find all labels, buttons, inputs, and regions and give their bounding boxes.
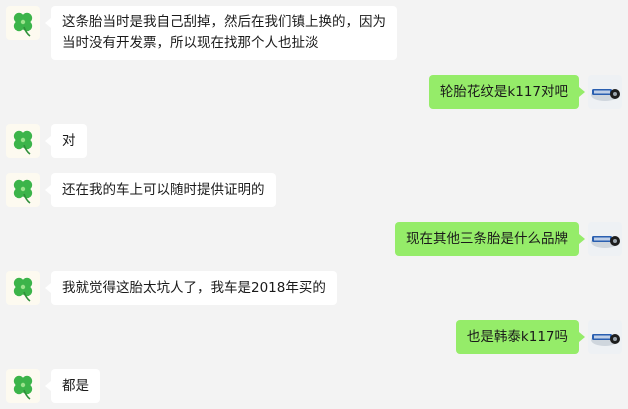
contact-avatar[interactable]: [6, 124, 40, 158]
message-text-line: 这条胎当时是我自己刮掉，然后在我们镇上换的，因为: [62, 14, 386, 30]
message-text-line: 还在我的车上可以随时提供证明的: [62, 182, 265, 198]
message-text-line: 轮胎花纹是k117对吧: [439, 84, 568, 100]
message-text-line: 对: [62, 133, 76, 149]
message-text-line: 现在其他三条胎是什么品牌: [406, 231, 568, 247]
clover-icon: [6, 271, 40, 305]
contact-avatar[interactable]: [6, 271, 40, 305]
contact-avatar[interactable]: [6, 6, 40, 40]
clover-icon: [6, 173, 40, 207]
message-bubble[interactable]: 我就觉得这胎太坑人了，我车是2018年买的: [45, 271, 337, 305]
message-text-line: 当时没有开发票，所以现在找那个人也扯淡: [62, 35, 319, 51]
message-text-line: 我就觉得这胎太坑人了，我车是2018年买的: [62, 280, 326, 296]
clover-icon: [6, 6, 40, 40]
car-badge-icon: [588, 75, 622, 109]
message-bubble[interactable]: 还在我的车上可以随时提供证明的: [45, 173, 276, 207]
my-avatar[interactable]: [588, 320, 622, 354]
message-bubble[interactable]: 轮胎花纹是k117对吧: [428, 75, 586, 109]
chat-window: 这条胎当时是我自己刮掉，然后在我们镇上换的，因为 当时没有开发票，所以现在找那个…: [0, 0, 628, 409]
message-bubble[interactable]: 也是韩泰k117吗: [455, 320, 586, 354]
my-avatar[interactable]: [588, 75, 622, 109]
clover-icon: [6, 124, 40, 158]
message-bubble[interactable]: 都是: [45, 369, 100, 403]
message-text-line: 也是韩泰k117吗: [466, 329, 568, 345]
contact-avatar[interactable]: [6, 369, 40, 403]
message-text-line: 都是: [62, 378, 89, 394]
car-badge-icon: [588, 320, 622, 354]
my-avatar[interactable]: [588, 222, 622, 256]
car-badge-icon: [588, 222, 622, 256]
message-bubble[interactable]: 现在其他三条胎是什么品牌: [395, 222, 585, 256]
message-bubble[interactable]: 这条胎当时是我自己刮掉，然后在我们镇上换的，因为 当时没有开发票，所以现在找那个…: [45, 6, 397, 60]
contact-avatar[interactable]: [6, 173, 40, 207]
clover-icon: [6, 369, 40, 403]
message-bubble[interactable]: 对: [45, 124, 87, 158]
